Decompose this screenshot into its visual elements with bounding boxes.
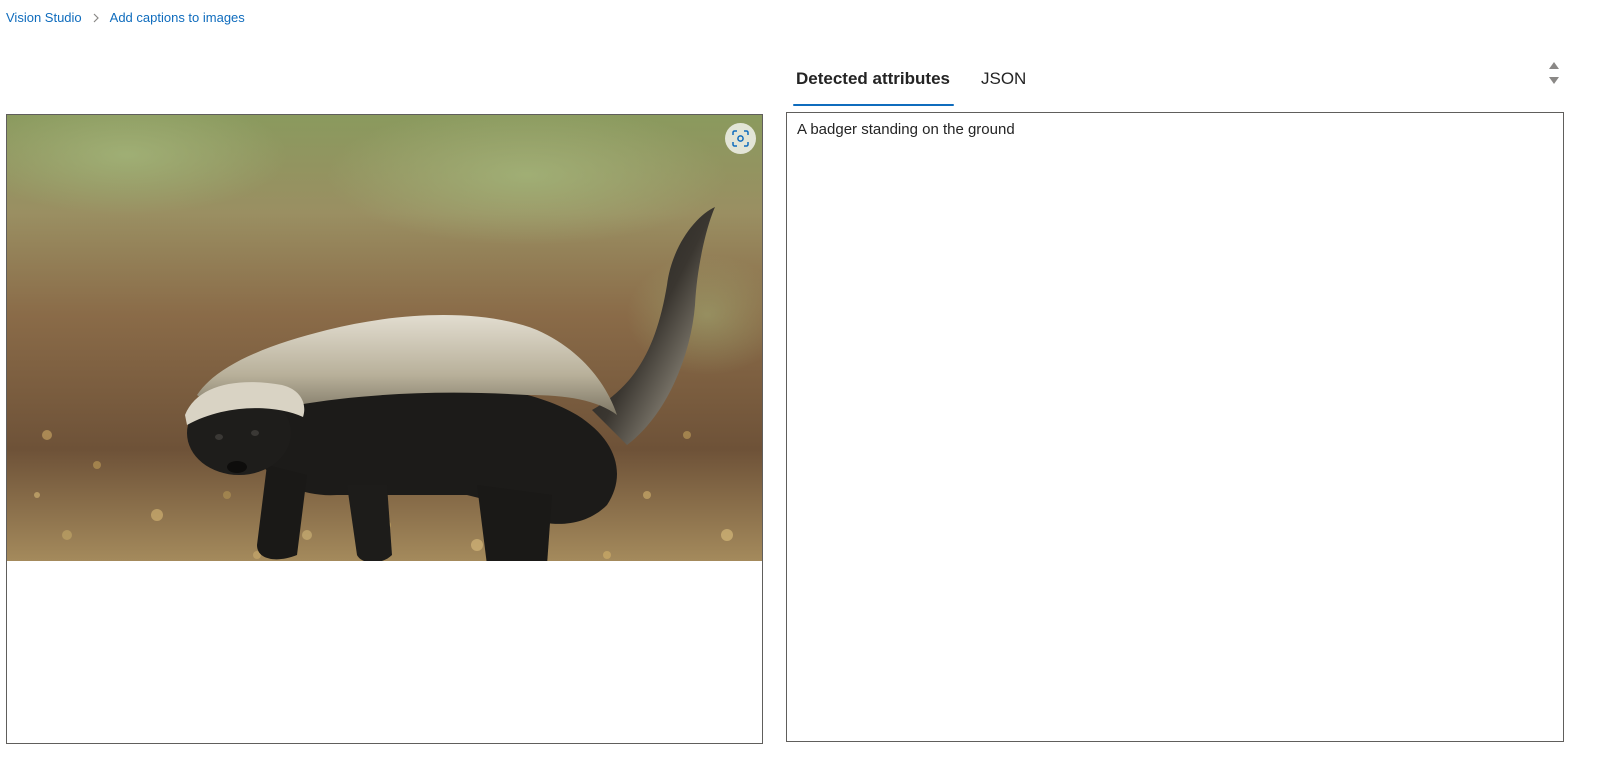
scroll-down-icon[interactable] <box>1549 77 1559 84</box>
scroll-up-icon[interactable] <box>1549 62 1559 69</box>
result-tabs: Detected attributes JSON <box>793 66 1054 106</box>
caption-result-panel: A badger standing on the ground <box>786 112 1564 742</box>
breadcrumb-vision-studio-link[interactable]: Vision Studio <box>6 10 82 25</box>
scroll-arrows <box>1549 62 1559 84</box>
tab-detected-attributes[interactable]: Detected attributes <box>793 66 954 106</box>
caption-text: A badger standing on the ground <box>797 121 1015 138</box>
chevron-right-icon <box>92 13 100 23</box>
image-preview-panel <box>6 114 763 744</box>
breadcrumb-current-link[interactable]: Add captions to images <box>110 10 245 25</box>
breadcrumb: Vision Studio Add captions to images <box>6 10 245 25</box>
focus-frame-icon[interactable] <box>725 123 756 154</box>
tab-json[interactable]: JSON <box>978 66 1030 100</box>
uploaded-image <box>7 115 762 561</box>
